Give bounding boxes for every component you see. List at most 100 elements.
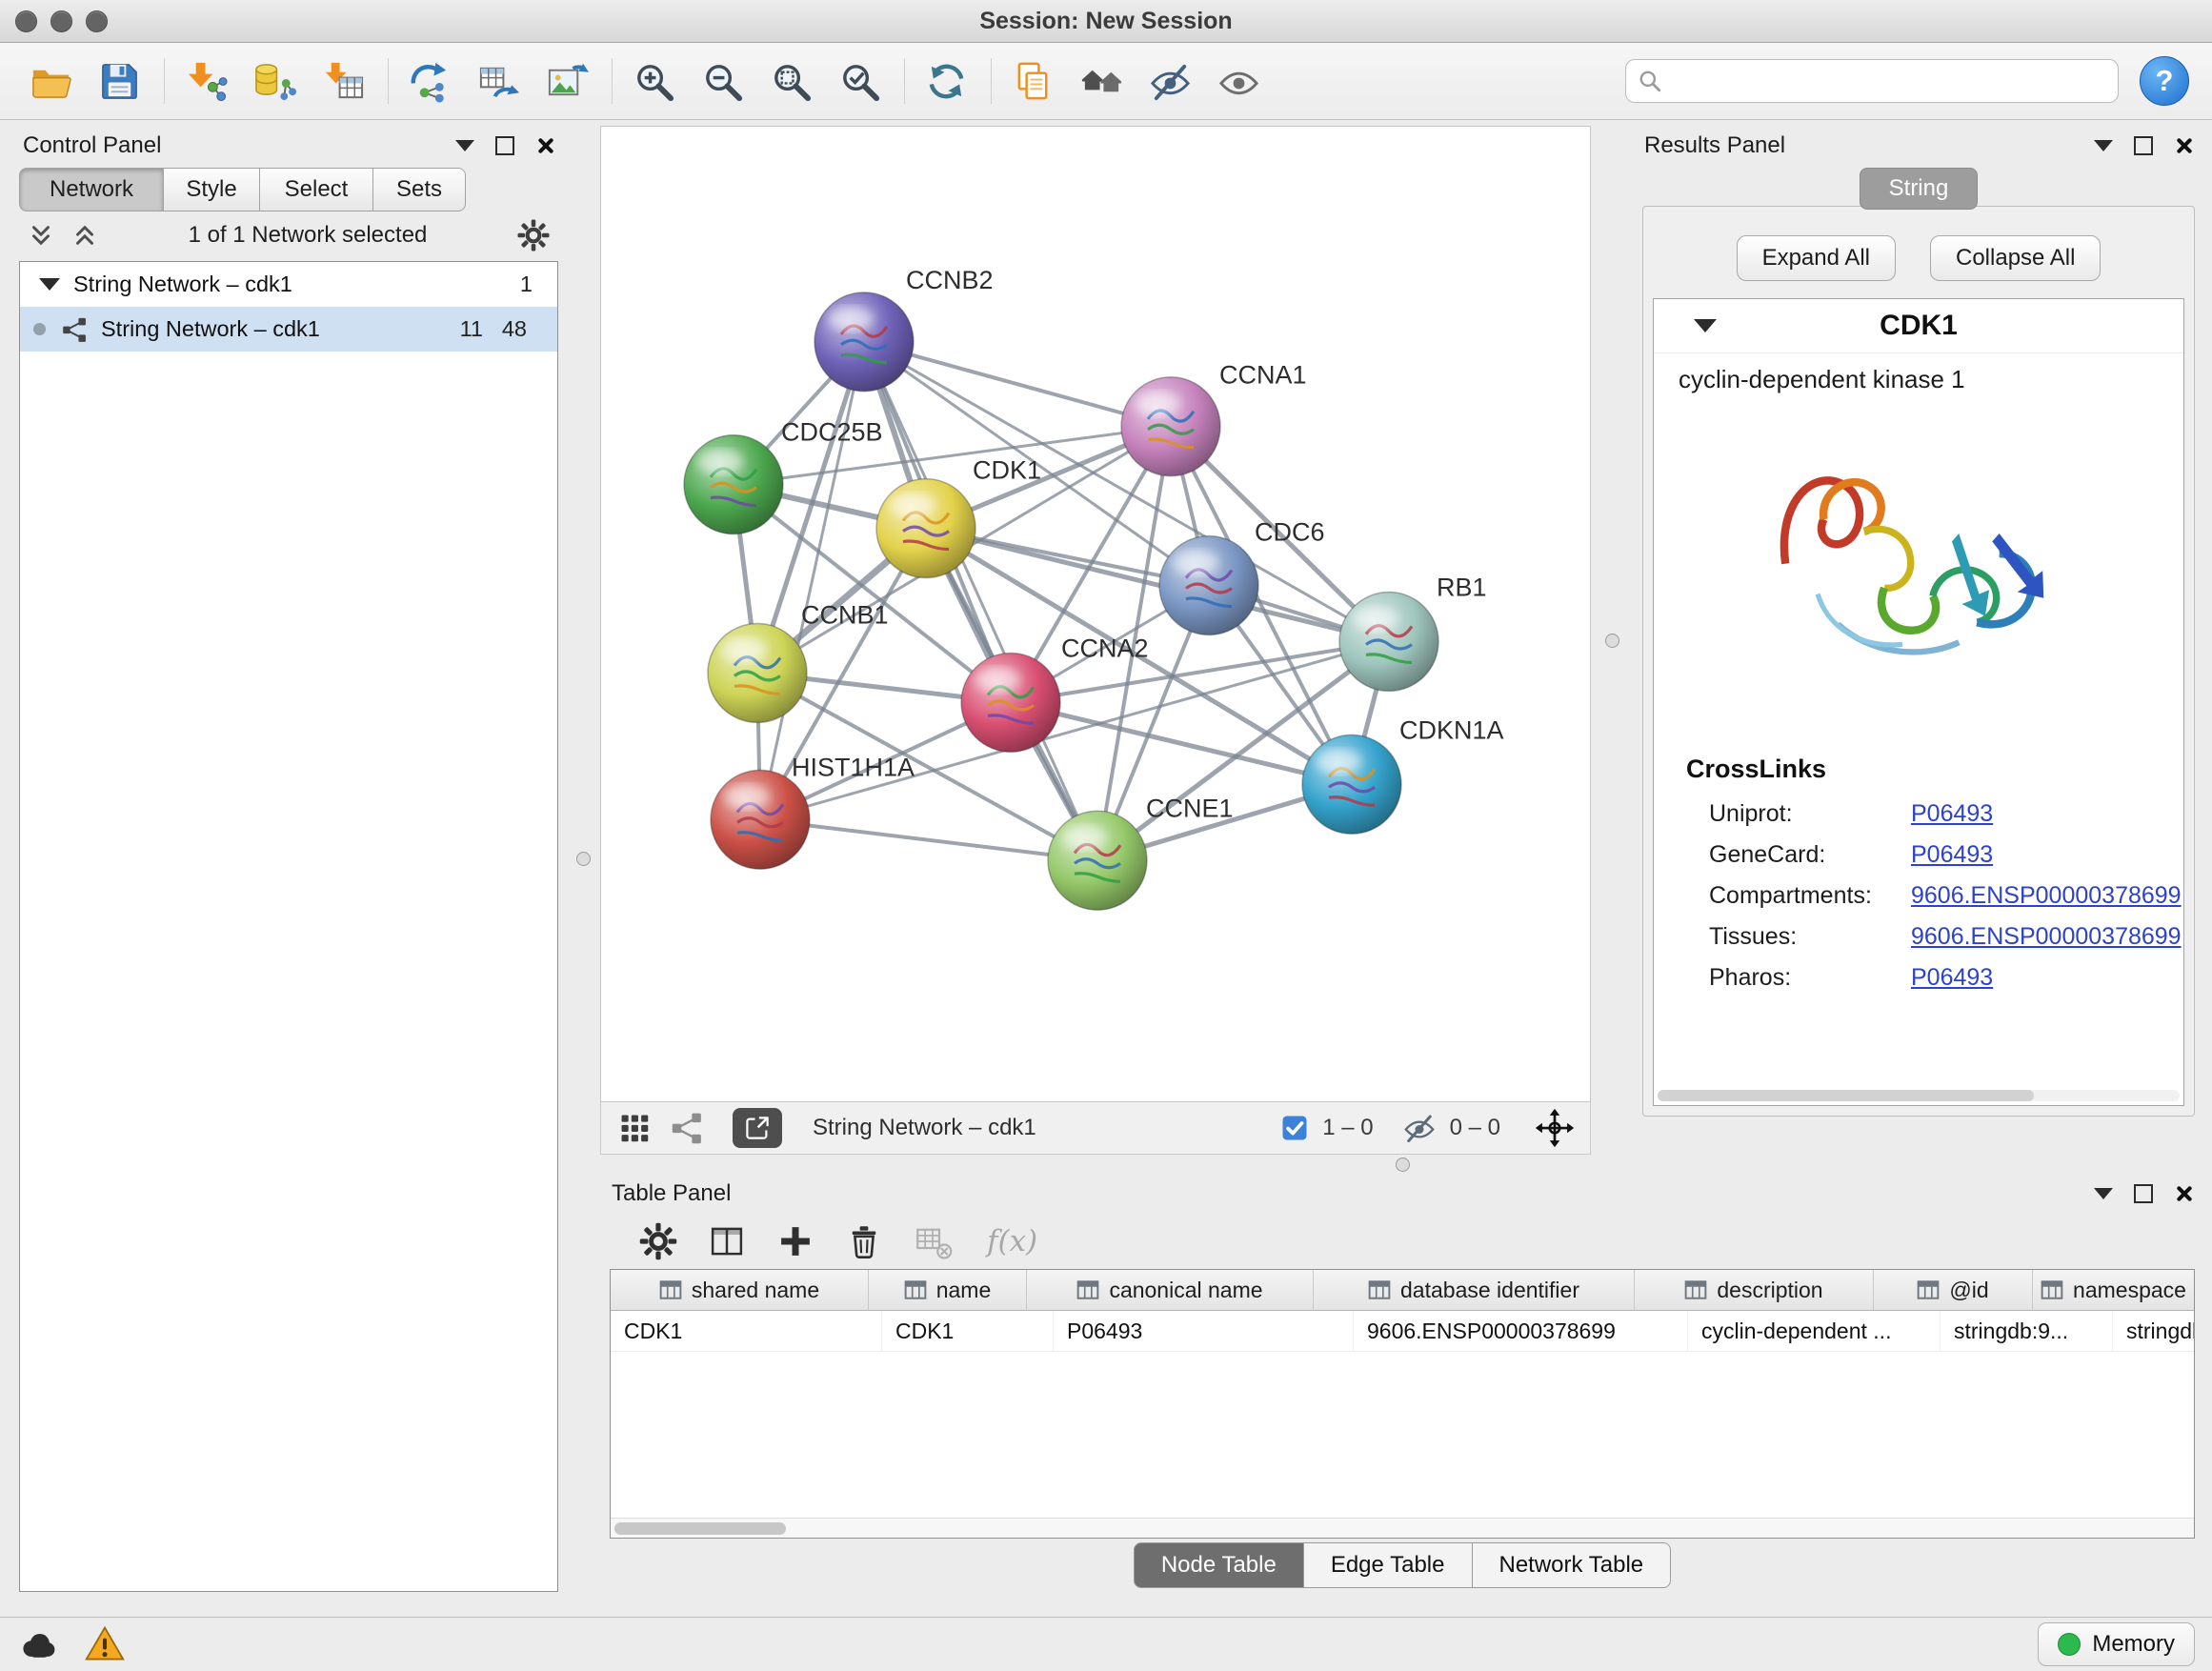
zoom-out-button[interactable] [694,52,750,110]
tab-style[interactable]: Style [164,168,260,211]
cell-namespace[interactable]: stringdb [2113,1311,2194,1351]
delete-column-icon[interactable] [844,1221,884,1261]
add-column-icon[interactable] [775,1221,815,1261]
genecard-link[interactable]: P06493 [1911,841,1993,869]
cell-shared-name[interactable]: CDK1 [611,1311,882,1351]
tab-select[interactable]: Select [260,168,373,211]
table-row[interactable]: CDK1 CDK1 P06493 9606.ENSP00000378699 cy… [611,1311,2194,1352]
hidden-eye-icon[interactable] [1402,1111,1437,1145]
column-header-namespace[interactable]: namespace [2033,1270,2194,1310]
table-horizontal-scrollbar[interactable] [611,1518,2194,1538]
compartments-link[interactable]: 9606.ENSP00000378699 [1911,882,2182,910]
maximize-panel-icon[interactable] [2134,1184,2153,1203]
tab-sets[interactable]: Sets [373,168,466,211]
network-canvas[interactable]: CCNB2CCNA1CDC25BCDK1CDC6RB1CCNB1CCNA2CDK… [600,126,1591,1102]
expand-all-icon[interactable] [70,221,99,250]
network-node-CDKN1A[interactable]: CDKN1A [1302,715,1503,834]
network-edge-rb1-hist1h1a[interactable] [760,641,1389,819]
cell-canonical-name[interactable]: P06493 [1054,1311,1354,1351]
cell-database-identifier[interactable]: 9606.ENSP00000378699 [1354,1311,1688,1351]
overview-mode-icon[interactable] [670,1110,706,1146]
tab-edge-table[interactable]: Edge Table [1304,1542,1473,1588]
pharos-link[interactable]: P06493 [1911,964,1993,992]
cell-name[interactable]: CDK1 [882,1311,1054,1351]
close-panel-icon[interactable] [535,136,554,155]
zoom-fit-button[interactable] [763,52,818,110]
collection-disclosure-icon[interactable] [39,278,60,291]
uniprot-link[interactable]: P06493 [1911,800,1993,828]
import-network-file-button[interactable] [178,52,233,110]
network-node-RB1[interactable]: RB1 [1339,574,1486,692]
network-node-CCNB2[interactable]: CCNB2 [814,266,993,392]
vertical-splitter-right[interactable] [1591,126,1633,1155]
column-header-id[interactable]: @id [1874,1270,2033,1310]
network-edge-ccne1-hist1h1a[interactable] [760,819,1097,860]
pan-crosshair-icon[interactable] [1535,1108,1575,1148]
tab-string[interactable]: String [1860,168,1979,210]
search-input[interactable] [1670,67,2106,95]
show-all-button[interactable] [1211,52,1266,110]
close-panel-icon[interactable] [2174,136,2193,155]
apply-layout-button[interactable] [918,52,974,110]
float-panel-icon[interactable] [2094,1188,2113,1199]
network-edge-ccnb2-ccne1[interactable] [864,342,1097,860]
close-window-button[interactable] [15,10,37,32]
maximize-panel-icon[interactable] [2134,136,2153,155]
tab-network[interactable]: Network [19,168,164,211]
minimize-window-button[interactable] [50,10,72,32]
zoom-selected-button[interactable] [832,52,887,110]
show-columns-icon[interactable] [707,1221,747,1261]
open-in-browser-button[interactable] [733,1108,782,1148]
zoom-in-button[interactable] [626,52,681,110]
network-edge-ccnb2-hist1h1a[interactable] [760,342,864,820]
cell-id[interactable]: stringdb:9... [1941,1311,2113,1351]
network-collection-row[interactable]: String Network – cdk1 1 [20,262,557,307]
column-header-canonical-name[interactable]: canonical name [1027,1270,1314,1310]
cell-description[interactable]: cyclin-dependent ... [1688,1311,1941,1351]
network-graph[interactable]: CCNB2CCNA1CDC25BCDK1CDC6RB1CCNB1CCNA2CDK… [601,127,1590,1101]
hide-selected-button[interactable] [1142,52,1197,110]
float-panel-icon[interactable] [455,140,474,151]
import-network-database-button[interactable] [247,52,302,110]
collapse-all-icon[interactable] [27,221,55,250]
help-button[interactable]: ? [2140,56,2189,106]
documents-button[interactable] [1005,52,1060,110]
close-panel-icon[interactable] [2174,1184,2193,1203]
table-options-gear-icon[interactable] [638,1221,678,1261]
network-node-CDC25B[interactable]: CDC25B [684,418,882,534]
selected-checkbox-icon[interactable] [1280,1114,1309,1142]
network-node-CCNA1[interactable]: CCNA1 [1121,361,1306,476]
export-network-button[interactable] [402,52,457,110]
search-box[interactable] [1625,59,2119,103]
warning-icon[interactable] [84,1623,126,1665]
memory-button[interactable]: Memory [2038,1622,2195,1666]
vertical-splitter-left[interactable] [566,126,600,1592]
grid-mode-icon[interactable] [616,1110,653,1146]
tab-node-table[interactable]: Node Table [1134,1542,1304,1588]
expand-all-button[interactable]: Expand All [1737,235,1896,281]
maximize-panel-icon[interactable] [495,136,514,155]
open-session-button[interactable] [23,52,78,110]
column-header-database-identifier[interactable]: database identifier [1314,1270,1635,1310]
import-table-file-button[interactable] [315,52,371,110]
export-image-button[interactable] [539,52,594,110]
column-header-description[interactable]: description [1635,1270,1874,1310]
scrollbar-thumb[interactable] [614,1522,786,1535]
tissues-link[interactable]: 9606.ENSP00000378699 [1911,923,2182,951]
export-table-button[interactable] [471,52,526,110]
column-header-name[interactable]: name [869,1270,1027,1310]
float-panel-icon[interactable] [2094,140,2113,151]
column-header-shared-name[interactable]: shared name [611,1270,869,1310]
horizontal-splitter[interactable] [600,1155,2204,1174]
maximize-window-button[interactable] [86,10,108,32]
save-session-button[interactable] [91,52,147,110]
collapse-all-button[interactable]: Collapse All [1930,235,2101,281]
tab-network-table[interactable]: Network Table [1473,1542,1672,1588]
network-node-HIST1H1A[interactable]: HIST1H1A [711,753,915,869]
results-horizontal-scrollbar[interactable] [1658,1090,2180,1101]
home-button[interactable] [1074,52,1129,110]
network-node-CCNB1[interactable]: CCNB1 [708,601,888,723]
network-row[interactable]: String Network – cdk1 11 48 [20,307,557,352]
cloud-icon[interactable] [17,1623,59,1665]
network-options-gear-icon[interactable] [516,218,551,252]
